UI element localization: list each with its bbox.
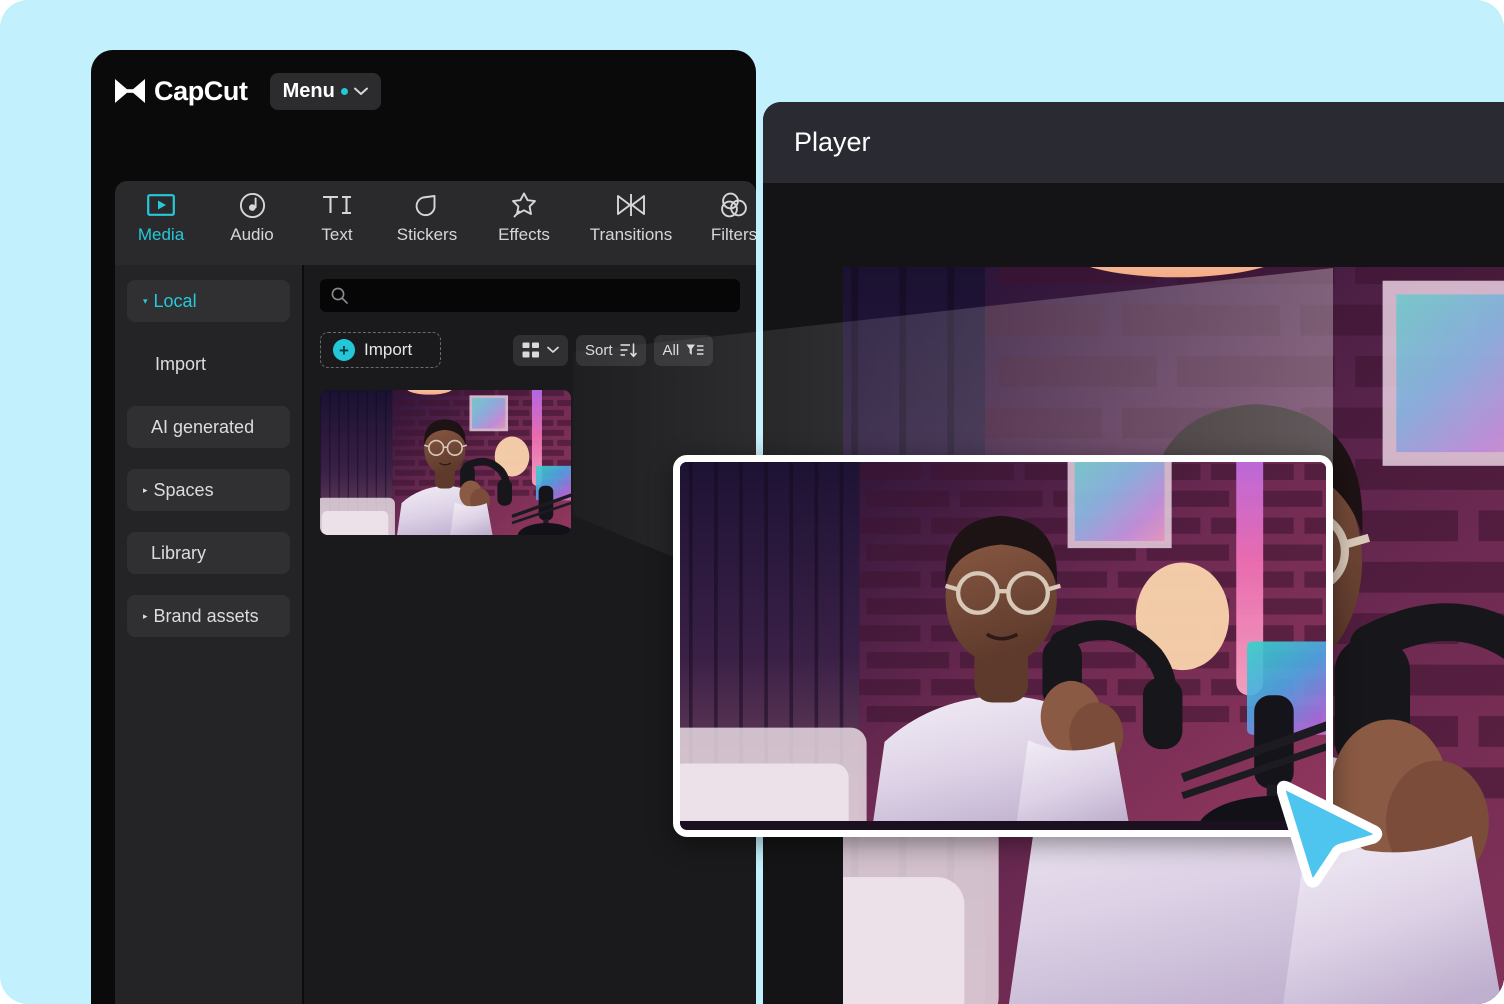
magnified-preview-artwork: [680, 462, 1326, 830]
editor-body: ▾ Local Import AI generated ▸ Spaces Lib…: [115, 265, 756, 1004]
editor-tab-bar: Media Audio Text Stickers Effects Transi…: [115, 181, 756, 265]
brand-name: CapCut: [154, 75, 248, 106]
transitions-bowtie-icon: [616, 190, 646, 220]
menu-button-label: Menu: [282, 79, 335, 102]
filter-button-label: All: [662, 341, 680, 359]
audio-note-icon: [239, 190, 266, 220]
text-TI-icon: [321, 190, 353, 220]
title-bar: CapCut Menu: [91, 50, 756, 132]
capcut-window: CapCut Menu Media Audio Text Stickers Ef…: [91, 50, 756, 1004]
sidebar-item-local-label: Local: [153, 290, 197, 311]
tab-audio-label: Audio: [230, 225, 274, 244]
plus-circle-icon: +: [333, 339, 355, 361]
magnified-preview-frame[interactable]: [673, 455, 1333, 837]
tab-filters[interactable]: Filters: [691, 190, 756, 245]
media-toolbar: + Import Sort All: [320, 332, 740, 368]
chevron-down-icon: [353, 87, 368, 95]
search-input[interactable]: [356, 287, 740, 304]
sidebar-item-spaces[interactable]: ▸ Spaces: [127, 469, 290, 511]
media-play-frame-icon: [147, 190, 175, 220]
filter-button[interactable]: All: [653, 334, 714, 366]
sidebar-item-import-label: Import: [155, 353, 207, 374]
tab-text-label: Text: [321, 225, 353, 244]
sidebar-item-ai-generated-label: AI generated: [151, 416, 255, 437]
effects-sparkle-icon: [510, 190, 538, 220]
import-button-label: Import: [364, 340, 413, 359]
filters-circles-icon: [720, 190, 748, 220]
sidebar-item-library-label: Library: [151, 542, 207, 563]
media-sidebar: ▾ Local Import AI generated ▸ Spaces Lib…: [115, 265, 302, 1004]
tab-stickers-label: Stickers: [396, 225, 458, 244]
tab-transitions-label: Transitions: [589, 225, 673, 244]
import-button[interactable]: + Import: [320, 332, 441, 368]
capcut-logo-icon: [115, 79, 145, 103]
view-mode-button[interactable]: [513, 334, 568, 366]
caret-right-icon: ▸: [143, 610, 148, 621]
search-bar[interactable]: [320, 279, 740, 312]
tab-filters-label: Filters: [710, 225, 756, 244]
menu-button[interactable]: Menu: [269, 72, 381, 110]
sidebar-item-brand-assets[interactable]: ▸ Brand assets: [127, 595, 290, 637]
sort-button-label: Sort: [585, 341, 613, 359]
sidebar-item-spaces-label: Spaces: [153, 479, 214, 500]
sidebar-item-ai-generated[interactable]: AI generated: [127, 406, 290, 448]
sidebar-item-library[interactable]: Library: [127, 532, 290, 574]
app-screenshot: Player CapCut Menu Media Audio Text Stic…: [0, 0, 1504, 1004]
caret-right-icon: ▸: [143, 484, 148, 495]
menu-badge-dot: [340, 87, 348, 95]
tab-media[interactable]: Media: [115, 190, 207, 245]
media-thumbnail-artwork: [320, 390, 571, 535]
grid-view-icon: [522, 342, 539, 357]
tab-audio[interactable]: Audio: [207, 190, 297, 245]
sidebar-item-import[interactable]: Import: [127, 343, 290, 385]
caret-down-icon: ▾: [143, 295, 148, 306]
sidebar-item-local[interactable]: ▾ Local: [127, 280, 290, 322]
sort-button[interactable]: Sort: [576, 334, 646, 366]
media-thumbnail[interactable]: [320, 390, 571, 535]
tab-effects[interactable]: Effects: [477, 190, 571, 245]
tab-effects-label: Effects: [498, 225, 550, 244]
sticker-droplet-icon: [414, 190, 440, 220]
sidebar-item-brand-assets-label: Brand assets: [153, 605, 259, 626]
chevron-down-icon: [547, 346, 559, 353]
search-icon: [331, 287, 348, 304]
player-title: Player: [794, 127, 871, 157]
sort-descending-icon: [620, 342, 637, 357]
tab-media-label: Media: [137, 225, 185, 244]
player-panel-header: Player: [763, 102, 1504, 183]
tab-stickers[interactable]: Stickers: [377, 190, 477, 245]
tab-transitions[interactable]: Transitions: [571, 190, 691, 245]
tab-text[interactable]: Text: [297, 190, 377, 245]
filter-funnel-icon: [686, 344, 704, 355]
